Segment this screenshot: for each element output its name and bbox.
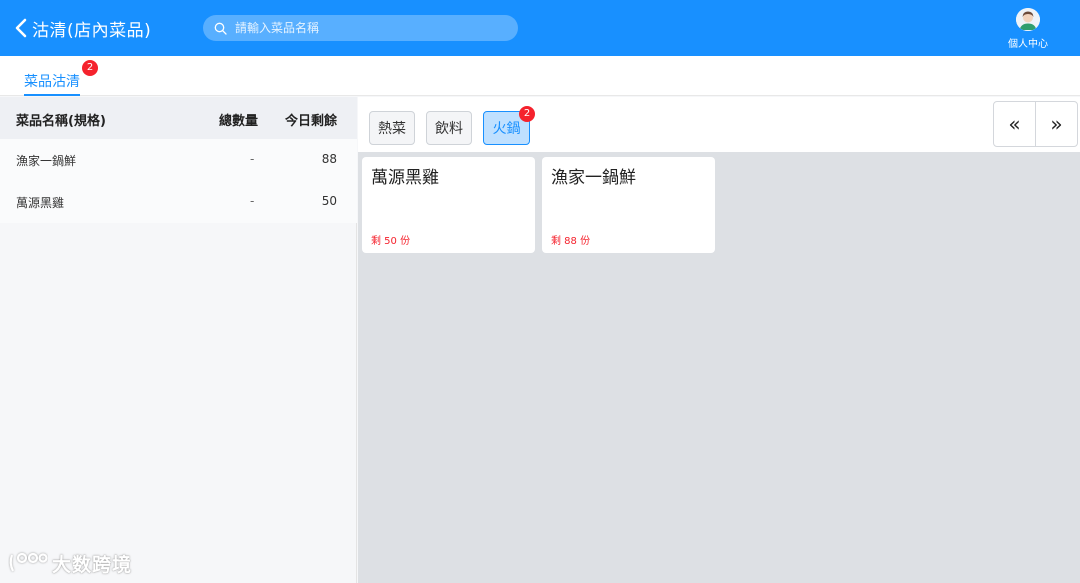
dish-card[interactable]: 萬源黑雞 剩 50 份 bbox=[362, 157, 535, 253]
dish-card[interactable]: 漁家一鍋鮮 剩 88 份 bbox=[542, 157, 715, 253]
column-header-total: 總數量 bbox=[219, 114, 259, 129]
search-icon bbox=[214, 22, 227, 35]
category-count-badge: 2 bbox=[519, 106, 535, 122]
row-remain: 88 bbox=[321, 152, 337, 166]
sold-out-table: 菜品名稱(規格) 總數量 今日剩餘 漁家一鍋鮮 - 88 萬源黑雞 - 50 bbox=[0, 97, 357, 583]
dish-remaining: 剩 88 份 bbox=[551, 236, 591, 247]
tab-count-badge: 2 bbox=[82, 60, 98, 76]
dish-name: 萬源黑雞 bbox=[371, 168, 439, 188]
table-header: 菜品名稱(規格) 總數量 今日剩餘 bbox=[0, 97, 357, 139]
search-input[interactable] bbox=[235, 21, 495, 35]
app-header: 沽清(店內菜品) 個人中心 bbox=[0, 0, 1080, 56]
dish-name: 漁家一鍋鮮 bbox=[551, 168, 636, 188]
column-header-remain: 今日剩餘 bbox=[285, 114, 338, 129]
user-avatar-icon bbox=[1016, 8, 1040, 31]
watermark-logo-icon bbox=[9, 552, 48, 572]
table-row[interactable]: 萬源黑雞 - 50 bbox=[0, 181, 357, 223]
tab-bar: 菜品沽清 2 bbox=[0, 56, 1080, 96]
row-total: - bbox=[250, 152, 255, 166]
next-page-button[interactable]: » bbox=[1035, 101, 1078, 147]
column-header-name: 菜品名稱(規格) bbox=[16, 114, 106, 129]
row-remain: 50 bbox=[321, 194, 337, 208]
dish-remaining: 剩 50 份 bbox=[371, 236, 411, 247]
row-total: - bbox=[250, 194, 255, 208]
chevron-left-icon bbox=[15, 18, 27, 38]
watermark-text: 大数跨境 bbox=[52, 553, 133, 576]
watermark: 大数跨境 bbox=[8, 549, 132, 577]
category-drinks[interactable]: 飲料 bbox=[426, 111, 472, 145]
page-title: 沽清(店內菜品) bbox=[32, 20, 152, 41]
row-name: 漁家一鍋鮮 bbox=[16, 154, 77, 168]
table-row[interactable]: 漁家一鍋鮮 - 88 bbox=[0, 139, 357, 181]
row-name: 萬源黑雞 bbox=[16, 196, 65, 210]
profile-label: 個人中心 bbox=[1008, 39, 1048, 50]
category-hot-dishes[interactable]: 熱菜 bbox=[369, 111, 415, 145]
dish-panel: 熱菜 飲料 火鍋 2 « » 萬源黑雞 剩 50 份 漁家一鍋鮮 剩 88 份 bbox=[358, 97, 1080, 583]
back-button[interactable]: 沽清(店內菜品) bbox=[12, 12, 151, 44]
tab-sold-out[interactable]: 菜品沽清 bbox=[24, 71, 80, 96]
profile-button[interactable]: 個人中心 bbox=[1004, 8, 1052, 50]
category-bar: 熱菜 飲料 火鍋 2 « » bbox=[358, 97, 1080, 152]
previous-page-button[interactable]: « bbox=[993, 101, 1036, 147]
search-box[interactable] bbox=[203, 15, 518, 41]
